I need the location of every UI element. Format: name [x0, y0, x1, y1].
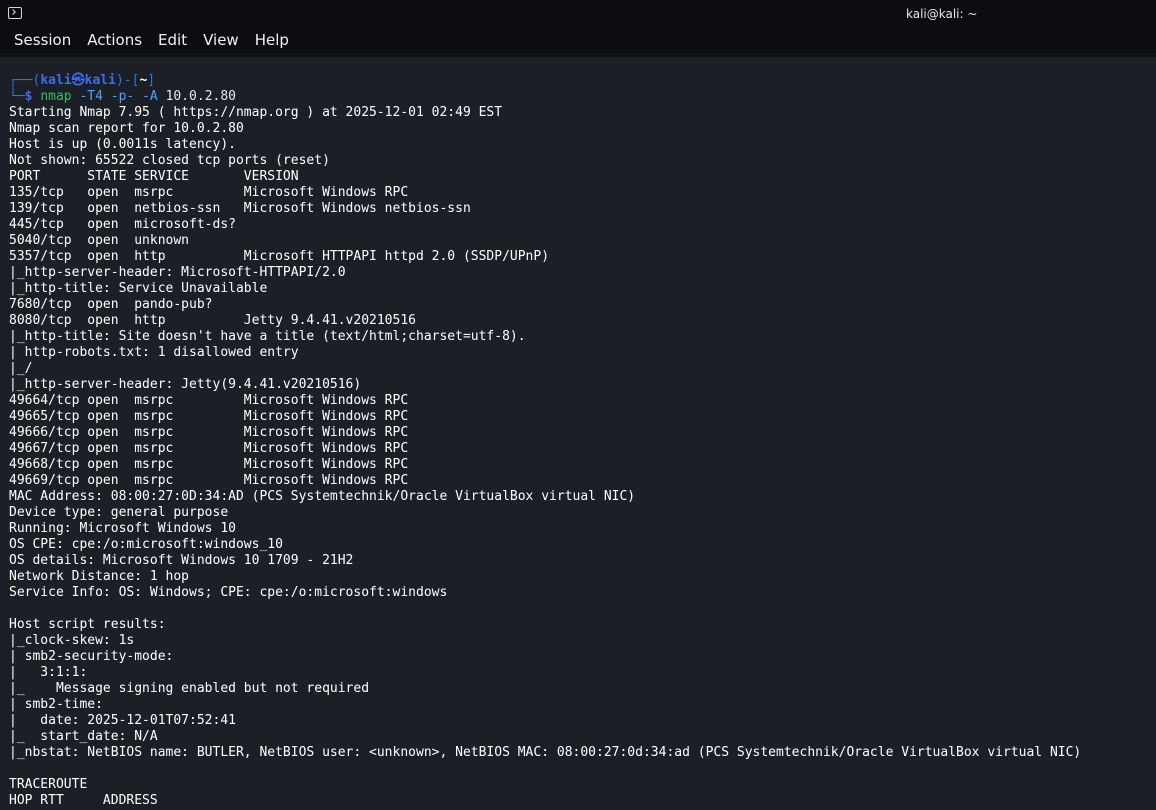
menu-edit[interactable]: Edit — [150, 28, 195, 53]
output-line: 135/tcp open msrpc Microsoft Windows RPC — [9, 185, 409, 200]
window-title: kali@kali: ~ — [906, 7, 978, 21]
output-line: Starting Nmap 7.95 ( https://nmap.org ) … — [9, 105, 503, 120]
output-line: 139/tcp open netbios-ssn Microsoft Windo… — [9, 201, 471, 216]
output-line: |_ start_date: N/A — [9, 729, 158, 744]
prompt-user: kali — [40, 73, 72, 88]
output-line: | smb2-time: — [9, 697, 103, 712]
output-line: |_http-title: Service Unavailable — [9, 281, 268, 296]
command-flag-timing: -T4 — [79, 89, 103, 104]
output-line: Not shown: 65522 closed tcp ports (reset… — [9, 153, 330, 168]
output-line: Host is up (0.0011s latency). — [9, 137, 236, 152]
prompt-at-symbol: ㉿ — [71, 73, 85, 88]
output-line: |_clock-skew: 1s — [9, 633, 135, 648]
output-line: 445/tcp open microsoft-ds? — [9, 217, 236, 232]
output-line: 49667/tcp open msrpc Microsoft Windows R… — [9, 441, 409, 456]
output-line: 7680/tcp open pando-pub? — [9, 297, 213, 312]
output-line: 49668/tcp open msrpc Microsoft Windows R… — [9, 457, 409, 472]
output-line: |_http-server-header: Jetty(9.4.41.v2021… — [9, 377, 362, 392]
command-flag-aggressive: -A — [142, 89, 158, 104]
output-line: 49665/tcp open msrpc Microsoft Windows R… — [9, 409, 409, 424]
command-target: 10.0.2.80 — [165, 89, 237, 104]
output-line: TRACEROUTE — [9, 777, 88, 792]
output-line: 49664/tcp open msrpc Microsoft Windows R… — [9, 393, 409, 408]
prompt-host: kali — [84, 73, 116, 88]
prompt-dollar: $ — [24, 89, 33, 104]
menu-actions[interactable]: Actions — [79, 28, 150, 53]
output-line: HOP RTT ADDRESS — [9, 793, 158, 808]
output-line: Network Distance: 1 hop — [9, 569, 190, 584]
output-line: PORT STATE SERVICE VERSION — [9, 169, 299, 184]
output-line: OS CPE: cpe:/o:microsoft:windows_10 — [9, 537, 283, 552]
output-line: Service Info: OS: Windows; CPE: cpe:/o:m… — [9, 585, 448, 600]
prompt-frame-bottom: └─ — [9, 89, 25, 104]
output-line: MAC Address: 08:00:27:0D:34:AD (PCS Syst… — [9, 489, 636, 504]
title-bar[interactable]: kali@kali: ~ — [0, 0, 1156, 28]
output-line: | 3:1:1: — [9, 665, 88, 680]
prompt-line-top: ┌──(kali㉿kali)-[~] — [9, 73, 1156, 89]
output-line: Device type: general purpose — [9, 505, 229, 520]
command-flag-ports: -p- — [110, 89, 135, 104]
output-line: | date: 2025-12-01T07:52:41 — [9, 713, 236, 728]
menu-bar: Session Actions Edit View Help — [0, 28, 1156, 53]
output-line: Nmap scan report for 10.0.2.80 — [9, 121, 244, 136]
terminal-body: ┌──(kali㉿kali)-[~] └─$ nmap -T4 -p- -A 1… — [0, 57, 1156, 810]
terminal-area[interactable]: ┌──(kali㉿kali)-[~] └─$ nmap -T4 -p- -A 1… — [0, 57, 1156, 810]
output-line: 5357/tcp open http Microsoft HTTPAPI htt… — [9, 249, 550, 264]
output-line: |_/ — [9, 361, 33, 376]
output-line: OS details: Microsoft Windows 10 1709 - … — [9, 553, 354, 568]
output-line: 49669/tcp open msrpc Microsoft Windows R… — [9, 473, 409, 488]
output-line: | http-robots.txt: 1 disallowed entry — [9, 345, 299, 360]
output-line: 49666/tcp open msrpc Microsoft Windows R… — [9, 425, 409, 440]
prompt-frame-mid: )-[ — [115, 73, 140, 88]
prompt-frame-top: ┌──( — [9, 73, 41, 88]
prompt-frame-end: ] — [147, 73, 156, 88]
output-line: |_nbstat: NetBIOS name: BUTLER, NetBIOS … — [9, 745, 1082, 760]
output-line: |_http-title: Site doesn't have a title … — [9, 329, 526, 344]
terminal-window: kali@kali: ~ Session Actions Edit View H… — [0, 0, 1156, 810]
output-line: Host script results: — [9, 617, 166, 632]
menu-help[interactable]: Help — [247, 28, 297, 53]
output-line: | smb2-security-mode: — [9, 649, 174, 664]
output-line: 8080/tcp open http Jetty 9.4.41.v2021051… — [9, 313, 416, 328]
command-output: Starting Nmap 7.95 ( https://nmap.org ) … — [9, 105, 1156, 810]
command-name: nmap — [40, 89, 72, 104]
output-line: 5040/tcp open unknown — [9, 233, 190, 248]
menu-session[interactable]: Session — [6, 28, 79, 53]
prompt-line-command: └─$ nmap -T4 -p- -A 10.0.2.80 — [9, 89, 1156, 105]
menu-view[interactable]: View — [195, 28, 247, 53]
output-line: |_ Message signing enabled but not requi… — [9, 681, 370, 696]
terminal-icon[interactable] — [8, 7, 22, 19]
output-line: |_http-server-header: Microsoft-HTTPAPI/… — [9, 265, 346, 280]
output-line: Running: Microsoft Windows 10 — [9, 521, 236, 536]
